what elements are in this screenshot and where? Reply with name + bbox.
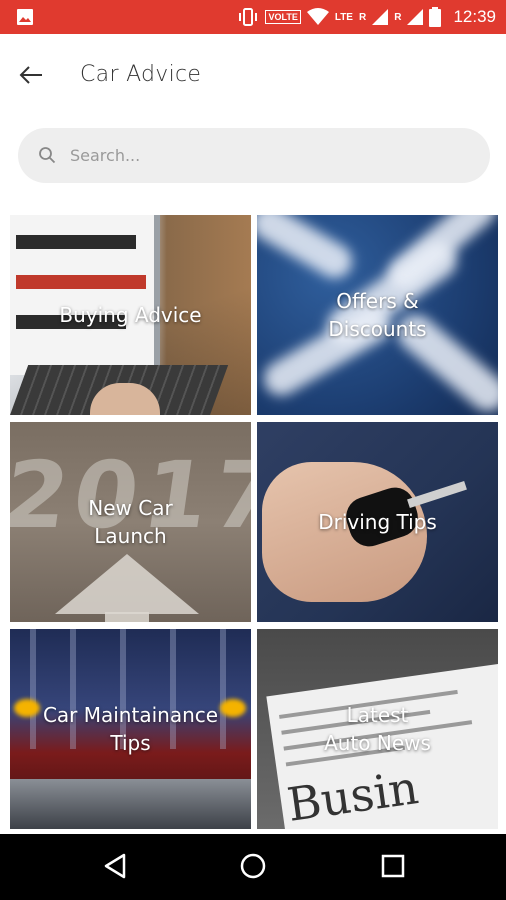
vibrate-icon [239, 8, 258, 26]
tile-driving-tips[interactable]: Driving Tips [257, 422, 498, 622]
page-title: Car Advice [80, 62, 202, 87]
tile-label: Offers & Discounts [328, 289, 427, 341]
roaming-label-1: R [358, 11, 367, 23]
tile-label: Driving Tips [318, 510, 437, 534]
tile-label: Buying Advice [59, 303, 202, 327]
clock: 12:39 [453, 7, 496, 26]
back-triangle-icon[interactable] [100, 851, 130, 881]
back-arrow-icon[interactable] [18, 62, 44, 88]
status-icons: VOLTE LTE R R 12:39 [237, 0, 496, 34]
wifi-icon [306, 8, 329, 25]
tile-car-maintainance-tips[interactable]: Car Maintainance Tips [10, 629, 251, 829]
road-arrow-image [55, 554, 199, 614]
car-wash-floor-image [10, 779, 251, 829]
image-icon [17, 9, 33, 25]
battery-icon [429, 7, 442, 27]
tile-label: Car Maintainance Tips [42, 703, 219, 755]
search-icon [39, 147, 56, 164]
tile-offers-discounts[interactable]: Offers & Discounts [257, 215, 498, 415]
laptop-screen-image [10, 215, 160, 375]
volte-badge: VOLTE [265, 10, 301, 24]
home-circle-icon[interactable] [238, 851, 268, 881]
nav-bar [0, 834, 506, 900]
recents-square-icon[interactable] [378, 851, 408, 881]
search-bar[interactable] [18, 128, 490, 183]
search-input[interactable] [70, 128, 470, 183]
status-bar: VOLTE LTE R R 12:39 [0, 0, 506, 34]
signal-icon-2 [407, 9, 424, 25]
tile-new-car-launch[interactable]: 2017 New Car Launch [10, 422, 251, 622]
app-header: Car Advice [0, 34, 506, 118]
roaming-label-2: R [394, 11, 402, 23]
tile-label: Latest Auto News [324, 703, 431, 755]
tile-buying-advice[interactable]: Buying Advice [10, 215, 251, 415]
signal-icon [372, 9, 389, 25]
tile-label: New Car Launch [88, 496, 173, 548]
tile-latest-auto-news[interactable]: Busin Latest Auto News [257, 629, 498, 829]
lte-label: LTE [334, 11, 353, 23]
